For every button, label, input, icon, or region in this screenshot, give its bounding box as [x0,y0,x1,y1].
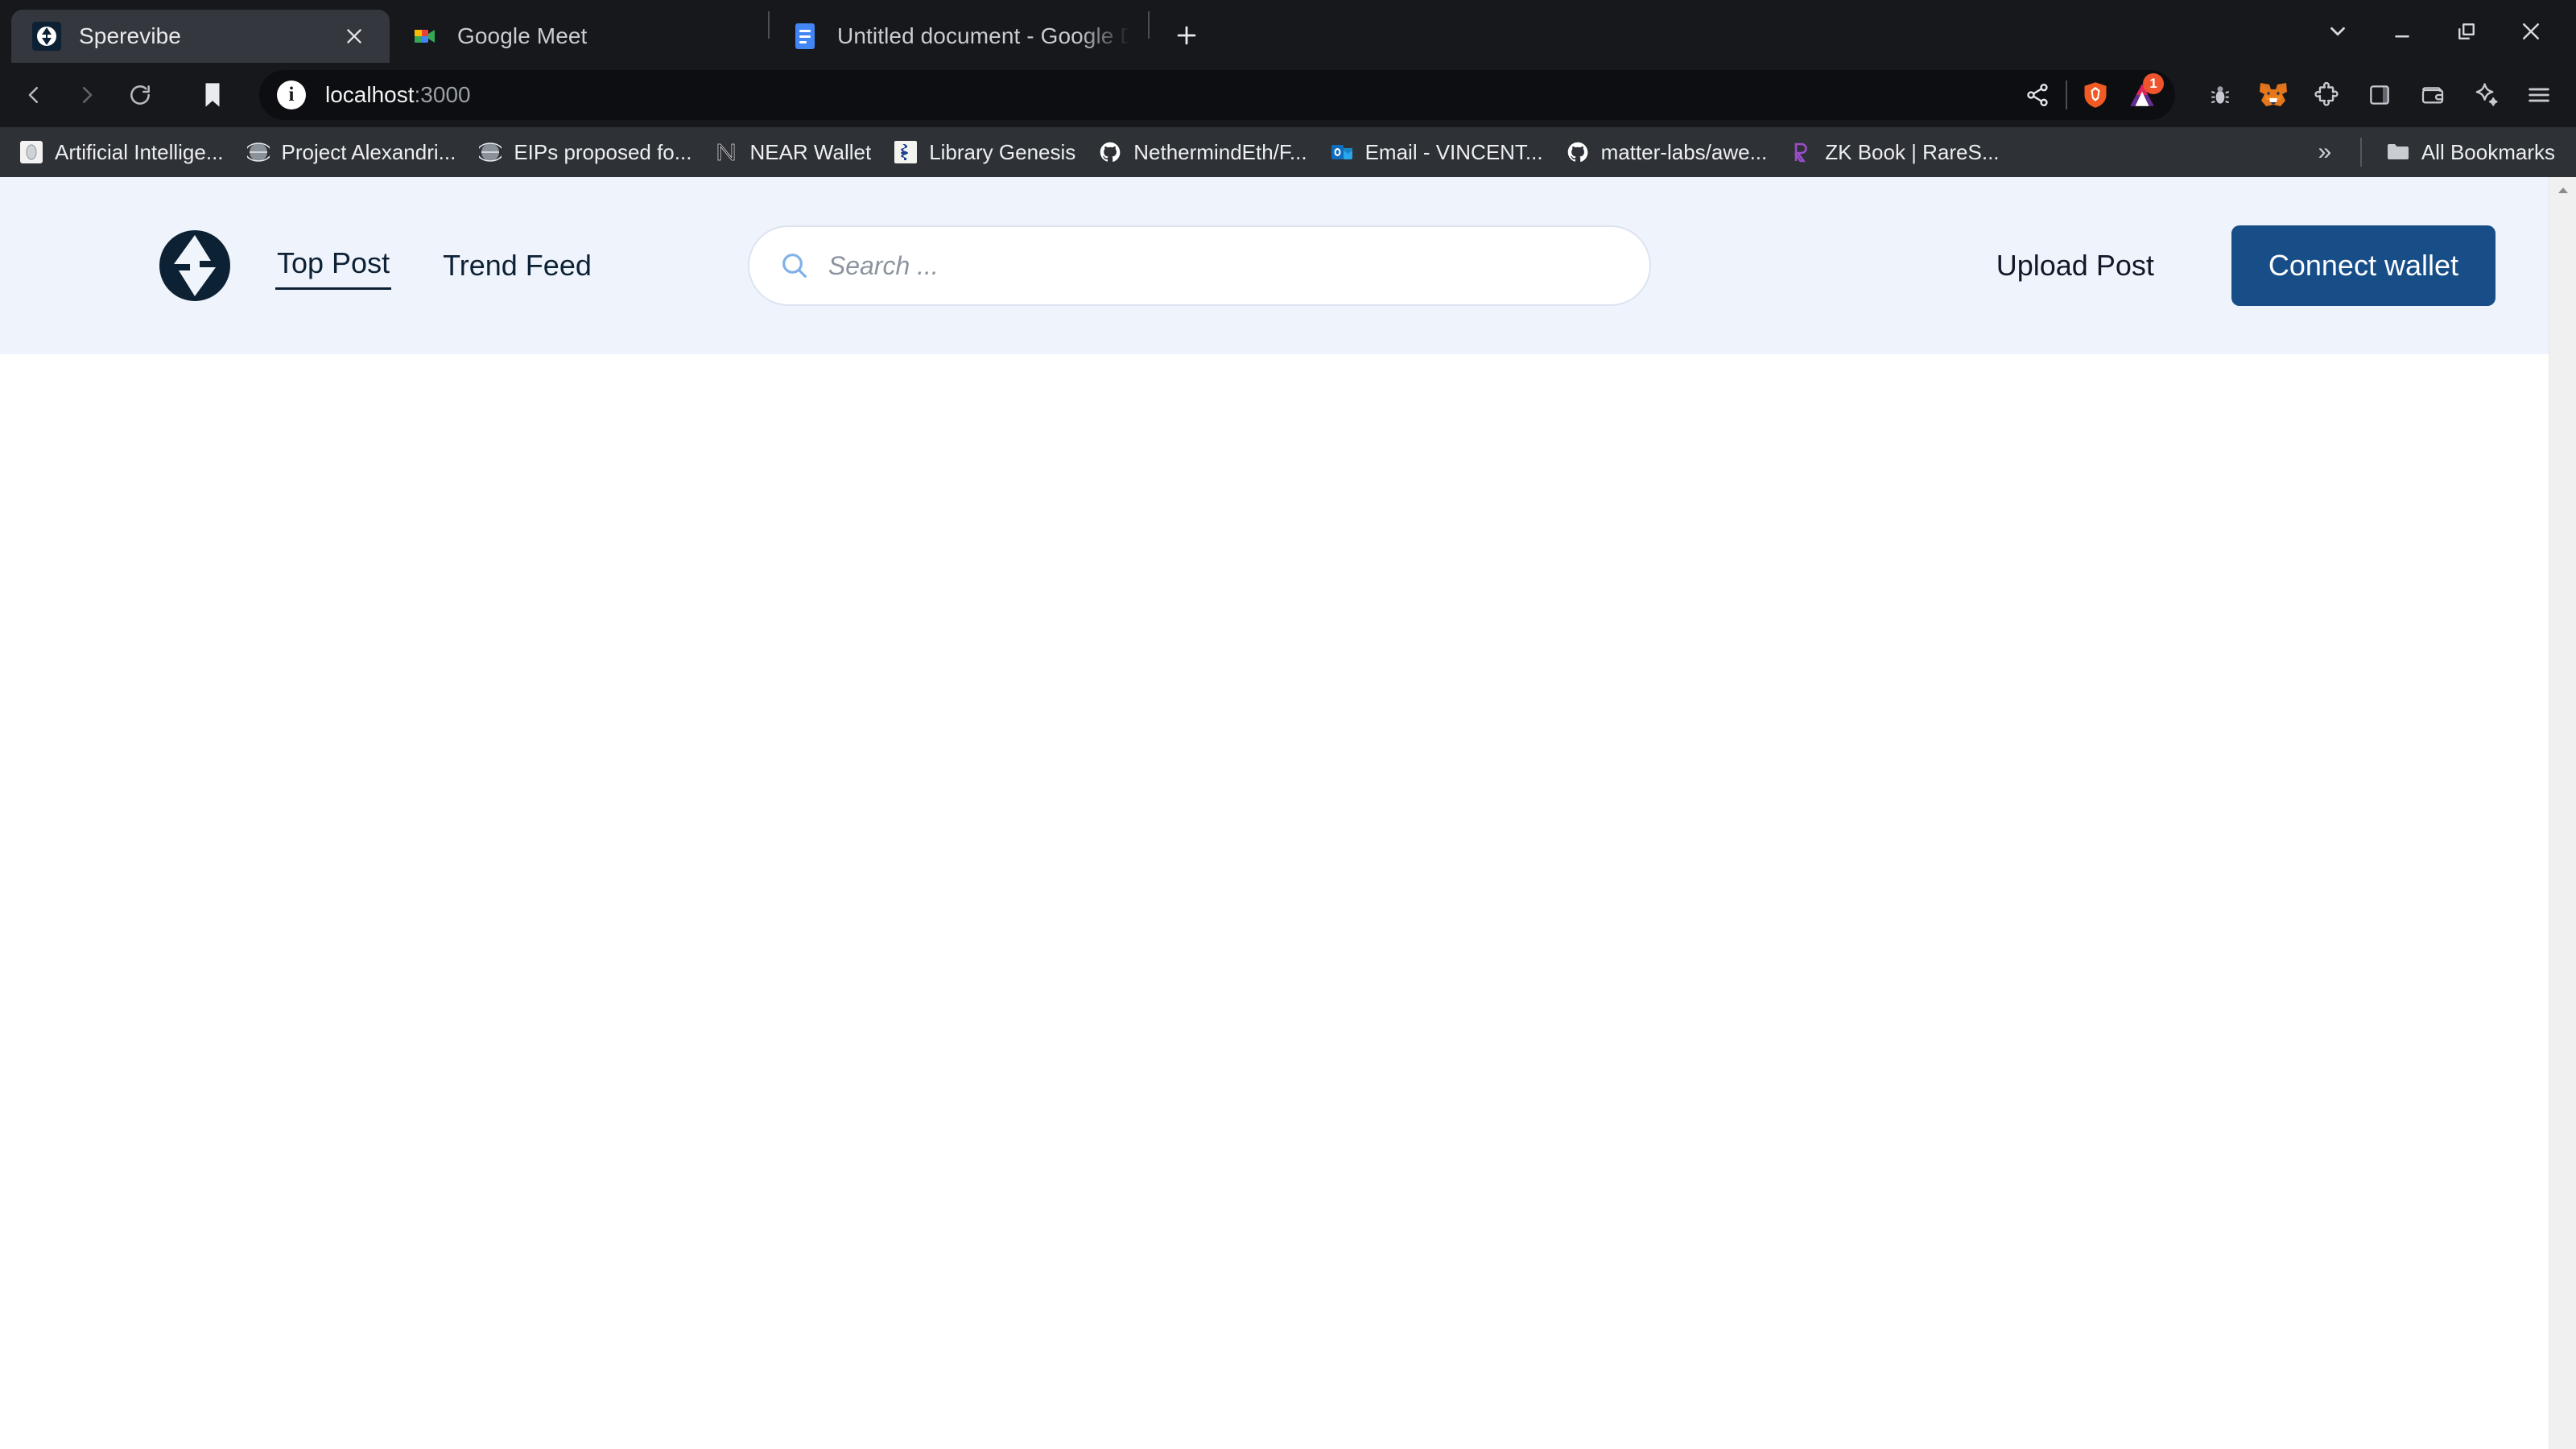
web-page: Top Post Trend Feed Search ... Upload Po… [0,177,2549,1449]
bookmark-label: NethermindEth/F... [1133,139,1307,164]
browser-menu-icon[interactable] [2516,72,2562,118]
upload-post-button[interactable]: Upload Post [1996,249,2154,283]
close-window-button[interactable] [2500,5,2562,58]
near-icon [714,140,738,164]
maximize-button[interactable] [2436,5,2497,58]
search-box[interactable] [747,225,1651,306]
nav-link-top-post[interactable]: Top Post [275,242,392,290]
folder-icon [2386,140,2410,164]
bookmark-label: Library Genesis [929,139,1076,164]
rareskills-icon [1790,140,1814,164]
outlook-icon [1330,140,1354,164]
search-zone [643,225,1996,306]
page-content-area [0,354,2549,1401]
share-icon[interactable] [2014,72,2061,118]
bookmark-item[interactable]: NEAR Wallet [703,132,882,172]
tab-divider [1148,11,1150,39]
sidebar-panel-icon[interactable] [2357,72,2402,118]
app-nav-links: Top Post Trend Feed [275,242,643,290]
tab-title: Sperevibe [79,23,181,48]
bookmark-item[interactable]: Artificial Intellige... [8,132,235,172]
tabs-container: Sperevibe Google Meet Untitled document … [11,0,2299,63]
back-button[interactable] [8,69,60,121]
browser-tab-google-docs[interactable]: Untitled document - Google Doc [770,10,1148,63]
close-tab-button[interactable] [336,19,372,54]
bookmark-page-icon[interactable] [190,72,235,118]
github-icon [1098,140,1122,164]
bookmark-label: Email - VINCENT... [1364,139,1543,164]
bookmark-item[interactable]: ZK Book | RareS... [1778,132,2010,172]
wallet-icon[interactable] [2410,72,2455,118]
app-navbar: Top Post Trend Feed Search ... Upload Po… [0,177,2549,354]
extensions-puzzle-icon[interactable] [2304,72,2349,118]
globe-icon [246,140,270,164]
globe-icon [478,140,502,164]
tab-title: Untitled document - Google Doc [837,23,1130,48]
google-docs-icon [791,22,819,51]
libgen-icon [894,140,918,164]
tab-title: Google Meet [457,23,588,48]
minimize-button[interactable] [2372,5,2433,58]
reload-button[interactable] [114,69,166,121]
bookmark-label: ZK Book | RareS... [1825,139,2000,164]
bookmark-label: matter-labs/awe... [1600,139,1768,164]
bookmark-label: NEAR Wallet [749,139,872,164]
sperevibe-logo[interactable] [158,229,232,303]
window-controls [2307,0,2562,63]
bookmark-item[interactable]: EIPs proposed fo... [467,132,703,172]
address-bar[interactable]: i localhost:3000 1 [259,70,2175,120]
bookmarks-bar: Artificial Intellige... Project Alexandr… [0,127,2576,177]
page-viewport: Top Post Trend Feed Search ... Upload Po… [0,177,2576,1449]
metamask-fox-icon[interactable] [2251,72,2296,118]
nav-link-trend-feed[interactable]: Trend Feed [441,244,593,287]
vertical-scrollbar[interactable] [2549,177,2576,1449]
omnibox-divider [2066,80,2067,109]
bookmark-item[interactable]: matter-labs/awe... [1554,132,1779,172]
search-input[interactable] [828,227,1620,304]
browser-toolbar: i localhost:3000 1 [0,63,2576,127]
bookmark-label: Project Alexandri... [281,139,456,164]
scroll-up-arrow-icon[interactable] [2549,177,2576,204]
browser-tab-sperevibe[interactable]: Sperevibe [11,10,390,63]
app-actions: Upload Post Connect wallet [1996,225,2496,306]
bookmarks-overflow-button[interactable]: » [2302,132,2347,172]
rewards-badge-count: 1 [2143,73,2164,94]
omnibox-area: i localhost:3000 1 [167,70,2175,120]
bookmarks-divider [2359,138,2362,167]
bookmark-item[interactable]: Library Genesis [882,132,1087,172]
brand-and-nav: Top Post Trend Feed [0,229,643,303]
bookmark-item[interactable]: Email - VINCENT... [1319,132,1554,172]
url-text: localhost:3000 [325,82,2014,108]
github-icon [1566,140,1590,164]
browser-window: Sperevibe Google Meet Untitled document … [0,0,2576,1449]
connect-wallet-button[interactable]: Connect wallet [2231,225,2496,306]
url-host: localhost [325,82,415,107]
bookmark-label: EIPs proposed fo... [514,139,692,164]
bug-icon[interactable] [2198,72,2243,118]
scrollbar-track[interactable] [2549,204,2576,1449]
omnibox-actions: 1 [2014,72,2170,118]
all-bookmarks-button[interactable]: All Bookmarks [2375,132,2566,172]
site-info-icon[interactable]: i [277,80,306,109]
tab-search-button[interactable] [2307,5,2368,58]
bookmark-item[interactable]: Project Alexandri... [235,132,468,172]
brave-shields-icon[interactable] [2072,72,2119,118]
search-icon [778,250,811,282]
forward-button[interactable] [61,69,113,121]
sperevibe-logo-icon [32,22,61,51]
google-meet-icon [411,22,440,51]
new-tab-button[interactable] [1162,11,1211,60]
url-port: :3000 [414,82,471,107]
bookmark-item[interactable]: NethermindEth/F... [1087,132,1318,172]
brave-rewards-icon[interactable]: 1 [2119,72,2165,118]
all-bookmarks-label: All Bookmarks [2421,139,2555,164]
leo-ai-sparkle-icon[interactable] [2463,72,2508,118]
generic-page-icon [19,140,43,164]
bookmark-label: Artificial Intellige... [55,139,224,164]
browser-tab-google-meet[interactable]: Google Meet [390,10,768,63]
tab-strip: Sperevibe Google Meet Untitled document … [0,0,2576,63]
extensions-tray [2177,72,2562,118]
